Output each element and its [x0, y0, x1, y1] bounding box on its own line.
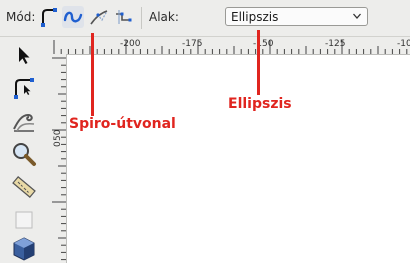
horizontal-ruler[interactable]: -200 -175 -150 -125 -100: [49, 37, 410, 55]
shape-select-value: Ellipszis: [231, 10, 279, 24]
ruler-label: -100: [397, 39, 410, 49]
shape-label: Alak:: [149, 10, 179, 24]
magnifier-icon: [13, 143, 36, 166]
node-tool-button[interactable]: [10, 74, 38, 102]
bezier-path-icon: [41, 8, 57, 27]
toolbox: [0, 37, 49, 263]
arrow-icon: [19, 47, 30, 64]
ruler-icon: [12, 176, 36, 198]
ruler-label: -125: [325, 39, 346, 49]
ruler-label: -200: [120, 39, 141, 49]
rectangle-icon: [15, 211, 33, 229]
ruler-label: 50: [53, 129, 63, 141]
cube-icon: [13, 237, 35, 261]
spiro-annotation-line: [91, 33, 94, 116]
ruler-ticks: [53, 40, 408, 54]
ellipse-annotation-line: [257, 30, 260, 95]
selector-tool-button[interactable]: [10, 41, 38, 69]
vertical-ruler[interactable]: 50 0: [49, 54, 67, 263]
drawing-canvas[interactable]: [67, 55, 410, 263]
paraxial-mode-button[interactable]: [112, 6, 134, 28]
spiro-mode-button[interactable]: [62, 6, 84, 28]
ruler-ticks: [52, 57, 66, 261]
zoom-tool-button[interactable]: [10, 140, 38, 168]
spiro-path-icon: [63, 11, 83, 23]
shape-select[interactable]: Ellipszis: [225, 7, 368, 26]
tweak-icon: [13, 113, 35, 132]
chevron-down-icon: [353, 13, 361, 19]
tool-controls-bar: Mód: Alak: Ellipszis: [0, 0, 410, 37]
rectangle-tool-button[interactable]: [10, 206, 38, 234]
node-edit-icon: [14, 78, 34, 99]
bspline-path-icon: [90, 10, 108, 25]
ruler-label: 0: [53, 141, 63, 147]
3d-box-tool-button[interactable]: [10, 235, 38, 263]
paraxial-lines-icon: [116, 10, 132, 24]
bezier-mode-button[interactable]: [38, 6, 60, 28]
tweak-tool-button[interactable]: [10, 107, 38, 135]
toolbar-separator: [141, 7, 142, 29]
bspline-mode-button[interactable]: [88, 6, 110, 28]
measure-tool-button[interactable]: [10, 173, 38, 201]
spiro-annotation-label: Spiro-útvonal: [69, 116, 176, 132]
ellipse-annotation-label: Ellipszis: [228, 96, 292, 112]
ruler-label: -175: [182, 39, 203, 49]
mode-label: Mód:: [6, 10, 36, 24]
